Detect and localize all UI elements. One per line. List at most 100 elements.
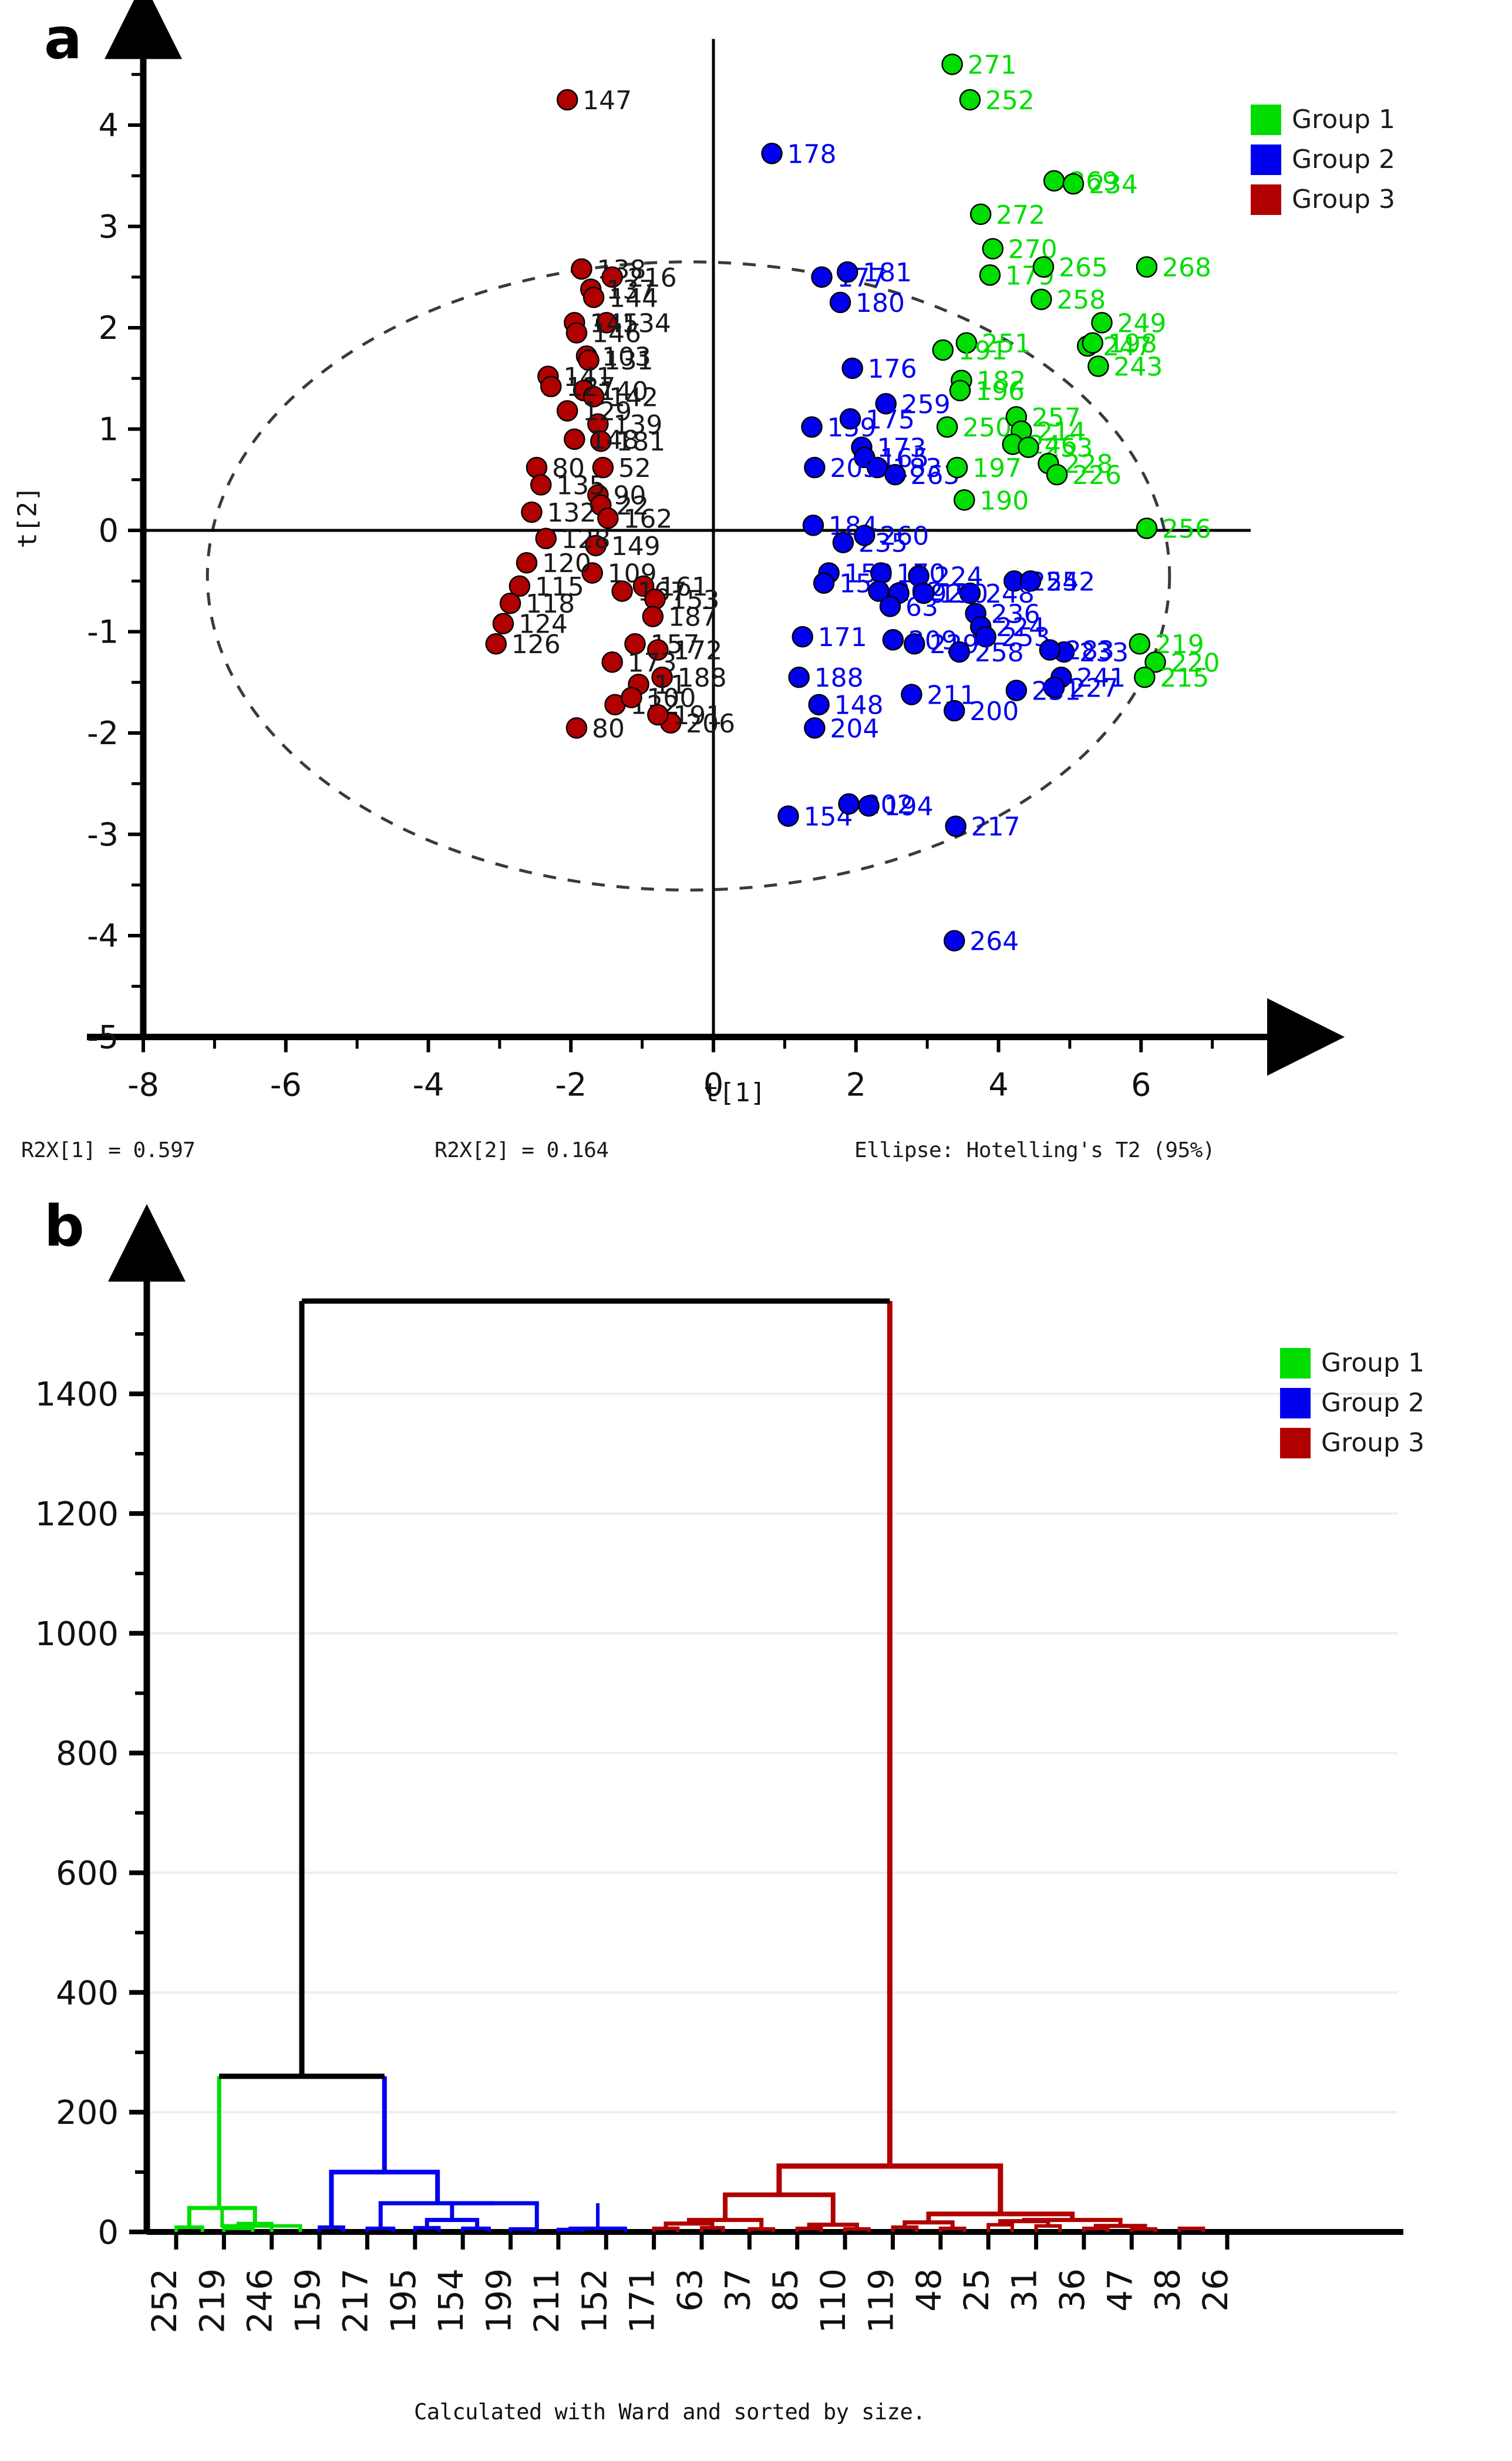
scatter-point[interactable] bbox=[1043, 170, 1065, 192]
scatter-point[interactable] bbox=[1062, 173, 1085, 195]
scatter-point[interactable] bbox=[884, 463, 906, 486]
scatter-point[interactable] bbox=[564, 428, 585, 450]
scatter-point[interactable] bbox=[959, 89, 981, 111]
scatter-point-label: 264 bbox=[969, 927, 1019, 957]
scatter-point[interactable] bbox=[982, 238, 1004, 260]
scatter-point[interactable] bbox=[788, 666, 810, 688]
scatter-point[interactable] bbox=[1046, 463, 1068, 486]
scatter-point[interactable] bbox=[777, 805, 799, 827]
dendrogram-link bbox=[776, 2163, 1003, 2214]
scatter-point[interactable] bbox=[556, 400, 578, 422]
legend-item-b-group-1[interactable]: Group 1 bbox=[1280, 1348, 1425, 1379]
scatter-point[interactable] bbox=[1087, 355, 1109, 377]
dendro-leaf-label: 211 bbox=[527, 2268, 567, 2334]
scatter-point-label: 271 bbox=[968, 51, 1017, 80]
scatter-point[interactable] bbox=[870, 562, 892, 584]
dendro-leaf-label: 85 bbox=[766, 2268, 806, 2312]
scatter-point[interactable] bbox=[565, 717, 588, 739]
dendro-y-tick-1200: 1200 bbox=[35, 1495, 119, 1534]
scatter-point[interactable] bbox=[521, 501, 543, 523]
scatter-point[interactable] bbox=[485, 633, 507, 655]
legend-item-group-2[interactable]: Group 2 bbox=[1251, 144, 1395, 175]
scatter-point[interactable] bbox=[516, 552, 538, 574]
scatter-point[interactable] bbox=[882, 629, 904, 651]
scatter-point[interactable] bbox=[953, 489, 975, 511]
scatter-point[interactable] bbox=[808, 694, 830, 715]
scatter-point[interactable] bbox=[841, 357, 863, 379]
scatter-point[interactable] bbox=[530, 474, 552, 496]
scatter-point[interactable] bbox=[836, 261, 858, 283]
scatter-point[interactable] bbox=[838, 793, 860, 815]
scatter-point[interactable] bbox=[601, 651, 623, 673]
scatter-point-label: 190 bbox=[979, 486, 1029, 516]
dendro-leaf-label: 38 bbox=[1148, 2268, 1188, 2312]
scatter-point[interactable] bbox=[969, 203, 992, 226]
scatter-point[interactable] bbox=[540, 375, 562, 398]
scatter-point[interactable] bbox=[811, 266, 833, 288]
stat-r2x1: R2X[1] = 0.597 bbox=[21, 1138, 196, 1162]
scatter-point[interactable] bbox=[904, 633, 925, 655]
scatter-point[interactable] bbox=[858, 795, 880, 817]
legend-item-group-3[interactable]: Group 3 bbox=[1251, 184, 1395, 215]
dendro-leaf-label: 252 bbox=[144, 2268, 184, 2334]
y-tick--3: -3 bbox=[87, 816, 119, 853]
scatter-point[interactable] bbox=[1039, 639, 1061, 661]
scatter-point[interactable] bbox=[565, 322, 588, 344]
legend-item-group-1[interactable]: Group 1 bbox=[1251, 105, 1395, 135]
scatter-point[interactable] bbox=[535, 527, 557, 550]
scatter-point[interactable] bbox=[804, 717, 826, 739]
scatter-point[interactable] bbox=[499, 592, 521, 614]
legend-item-b-group-2[interactable]: Group 2 bbox=[1280, 1388, 1425, 1418]
scatter-point[interactable] bbox=[804, 456, 826, 479]
scatter-point[interactable] bbox=[949, 379, 971, 402]
scatter-point-label: 52 bbox=[618, 453, 651, 483]
x-tick--2: -2 bbox=[555, 1067, 587, 1104]
scatter-point[interactable] bbox=[941, 53, 963, 75]
scatter-point[interactable] bbox=[946, 456, 968, 479]
dendro-leaf-label: 26 bbox=[1196, 2268, 1235, 2312]
scatter-point-label: 172 bbox=[673, 636, 722, 666]
scatter-point-label: 149 bbox=[611, 532, 661, 562]
dendro-leaf-label: 37 bbox=[718, 2268, 757, 2312]
scatter-point-label: 204 bbox=[830, 714, 879, 744]
scatter-point[interactable] bbox=[801, 416, 823, 438]
legend-item-b-group-3[interactable]: Group 3 bbox=[1280, 1428, 1425, 1458]
scatter-point[interactable] bbox=[492, 613, 514, 634]
scatter-point[interactable] bbox=[948, 641, 970, 663]
scatter-point[interactable] bbox=[582, 287, 605, 308]
scatter-point[interactable] bbox=[943, 700, 965, 722]
scatter-point[interactable] bbox=[879, 596, 901, 617]
scatter-point[interactable] bbox=[945, 815, 967, 837]
scatter-point[interactable] bbox=[1136, 256, 1158, 278]
scatter-point-label: 260 bbox=[880, 522, 929, 552]
scatter-point[interactable] bbox=[802, 515, 824, 536]
scatter-point[interactable] bbox=[621, 687, 642, 708]
scatter-point[interactable] bbox=[832, 532, 854, 553]
scatter-point-label: 283 bbox=[1065, 636, 1114, 666]
scatter-point[interactable] bbox=[642, 606, 664, 627]
scatter-point[interactable] bbox=[761, 143, 783, 164]
scatter-point[interactable] bbox=[1136, 517, 1158, 539]
scatter-point[interactable] bbox=[854, 525, 875, 546]
scatter-point[interactable] bbox=[936, 416, 958, 438]
scatter-point[interactable] bbox=[571, 258, 592, 280]
scatter-point[interactable] bbox=[1032, 256, 1055, 278]
scatter-point[interactable] bbox=[1031, 288, 1052, 310]
scatter-point[interactable] bbox=[556, 89, 578, 111]
scatter-point-label: 243 bbox=[1113, 352, 1163, 382]
scatter-point-label: 126 bbox=[511, 630, 561, 660]
scatter-point[interactable] bbox=[611, 580, 633, 602]
scatter-point[interactable] bbox=[813, 572, 835, 594]
scatter-point[interactable] bbox=[943, 930, 965, 952]
scatter-point[interactable] bbox=[792, 626, 813, 648]
legend-panel-b: Group 1 Group 2 Group 3 bbox=[1280, 1348, 1425, 1458]
scatter-point[interactable] bbox=[829, 291, 851, 314]
scatter-point[interactable] bbox=[1129, 633, 1151, 655]
scatter-point[interactable] bbox=[1082, 332, 1103, 354]
y-tick-3: 3 bbox=[99, 209, 119, 246]
scatter-point[interactable] bbox=[932, 339, 954, 361]
scatter-point[interactable] bbox=[647, 704, 669, 726]
scatter-point[interactable] bbox=[979, 264, 1001, 286]
scatter-point[interactable] bbox=[901, 684, 922, 705]
scatter-point[interactable] bbox=[1134, 666, 1156, 688]
